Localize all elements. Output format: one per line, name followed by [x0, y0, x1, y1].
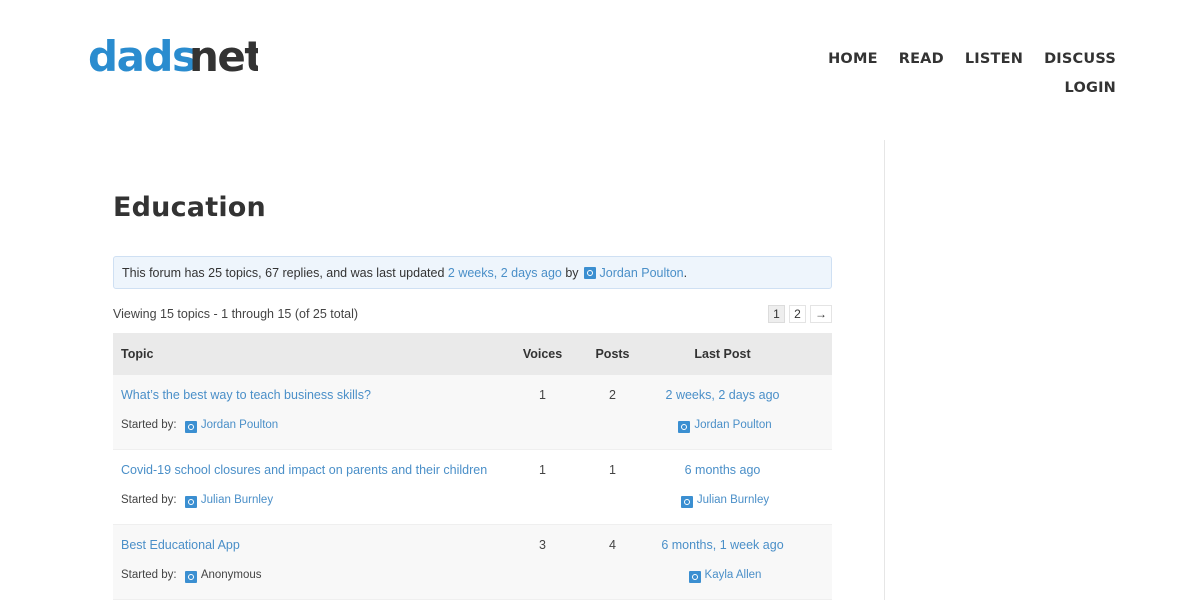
next-page-arrow-icon[interactable]: →	[810, 305, 832, 323]
nav-listen[interactable]: LISTEN	[965, 48, 1023, 70]
main-nav: HOME READ LISTEN DISCUSS LOGIN	[828, 48, 1116, 99]
table-row: Best Educational App Started by: Anonymo…	[113, 525, 832, 600]
header-topic: Topic	[121, 347, 154, 361]
nav-row-secondary: LOGIN	[828, 77, 1116, 99]
last-post-user: Kayla Allen	[645, 568, 800, 583]
last-post-cell: 6 months ago Julian Burnley	[645, 450, 800, 524]
author-name: Anonymous	[200, 569, 262, 581]
started-by-label: Started by:	[121, 569, 177, 581]
last-post-cell: 2 weeks, 2 days ago Jordan Poulton	[645, 375, 800, 449]
started-by: Started by: Julian Burnley	[121, 493, 505, 508]
notice-prefix: This forum has 25 topics, 67 replies, an…	[122, 265, 445, 280]
table-row: What’s the best way to teach business sk…	[113, 375, 832, 450]
topic-cell: Covid-19 school closures and impact on p…	[113, 450, 505, 524]
last-post-date-link[interactable]: 6 months ago	[645, 463, 800, 477]
voices-count: 1	[539, 463, 546, 477]
avatar-icon	[184, 496, 197, 508]
page-title: Education	[113, 192, 266, 223]
dadsnet-logo[interactable]: dads net	[88, 34, 258, 78]
svg-text:net: net	[189, 34, 258, 78]
last-post-user-link[interactable]: Kayla Allen	[705, 569, 762, 581]
started-by-label: Started by:	[121, 419, 177, 431]
topic-cell: What’s the best way to teach business sk…	[113, 375, 505, 449]
posts-count: 1	[609, 463, 616, 477]
started-by: Started by: Anonymous	[121, 568, 505, 583]
sidebar-divider	[884, 140, 885, 600]
author-link[interactable]: Julian Burnley	[201, 494, 273, 506]
header-last-post: Last Post	[694, 347, 751, 361]
avatar-icon	[688, 571, 701, 583]
topic-cell: Best Educational App Started by: Anonymo…	[113, 525, 505, 599]
page-2-link[interactable]: 2	[789, 305, 806, 323]
posts-count: 2	[609, 388, 616, 402]
avatar-icon	[680, 496, 693, 508]
nav-home[interactable]: HOME	[828, 48, 878, 70]
author-link[interactable]: Jordan Poulton	[201, 419, 278, 431]
last-post-date-link[interactable]: 2 weeks, 2 days ago	[645, 388, 800, 402]
dadsnet-logo-mark: dads net	[88, 34, 258, 78]
avatar-icon	[678, 421, 691, 433]
table-header: Topic Voices Posts Last Post	[113, 333, 832, 375]
topic-title-link[interactable]: Covid-19 school closures and impact on p…	[121, 463, 505, 477]
nav-read[interactable]: READ	[899, 48, 944, 70]
last-post-user: Jordan Poulton	[645, 418, 800, 433]
topics-table: Topic Voices Posts Last Post What’s the …	[113, 333, 832, 600]
posts-count: 4	[609, 538, 616, 552]
pagination: 1 2 →	[768, 305, 832, 323]
page-1-current: 1	[768, 305, 785, 323]
table-row: Covid-19 school closures and impact on p…	[113, 450, 832, 525]
notice-user-link[interactable]: Jordan Poulton	[600, 266, 684, 280]
notice-updated-link[interactable]: 2 weeks, 2 days ago	[448, 266, 562, 280]
avatar-icon	[184, 571, 197, 583]
last-post-cell: 6 months, 1 week ago Kayla Allen	[645, 525, 800, 599]
last-post-date-link[interactable]: 6 months, 1 week ago	[645, 538, 800, 552]
started-by: Started by: Jordan Poulton	[121, 418, 505, 433]
forum-main: Education This forum has 25 topics, 67 r…	[113, 190, 832, 600]
last-post-user-link[interactable]: Jordan Poulton	[694, 419, 771, 431]
voices-count: 1	[539, 388, 546, 402]
last-post-user-link[interactable]: Julian Burnley	[697, 494, 769, 506]
topic-title-link[interactable]: Best Educational App	[121, 538, 505, 552]
topic-title-link[interactable]: What’s the best way to teach business sk…	[121, 388, 505, 402]
notice-suffix: .	[683, 265, 688, 280]
voices-count: 3	[539, 538, 546, 552]
nav-login[interactable]: LOGIN	[1065, 77, 1116, 99]
header-posts: Posts	[595, 347, 630, 361]
header-voices: Voices	[522, 347, 563, 361]
forum-info-notice: This forum has 25 topics, 67 replies, an…	[113, 256, 832, 289]
avatar-icon	[184, 421, 197, 433]
nav-row-primary: HOME READ LISTEN DISCUSS	[828, 48, 1116, 70]
last-post-user: Julian Burnley	[645, 493, 800, 508]
pagination-row: Viewing 15 topics - 1 through 15 (of 25 …	[113, 304, 832, 324]
avatar-icon	[583, 266, 596, 279]
started-by-label: Started by:	[121, 494, 177, 506]
viewing-count: Viewing 15 topics - 1 through 15 (of 25 …	[113, 307, 359, 321]
notice-by: by	[565, 265, 579, 280]
nav-discuss[interactable]: DISCUSS	[1044, 48, 1116, 70]
